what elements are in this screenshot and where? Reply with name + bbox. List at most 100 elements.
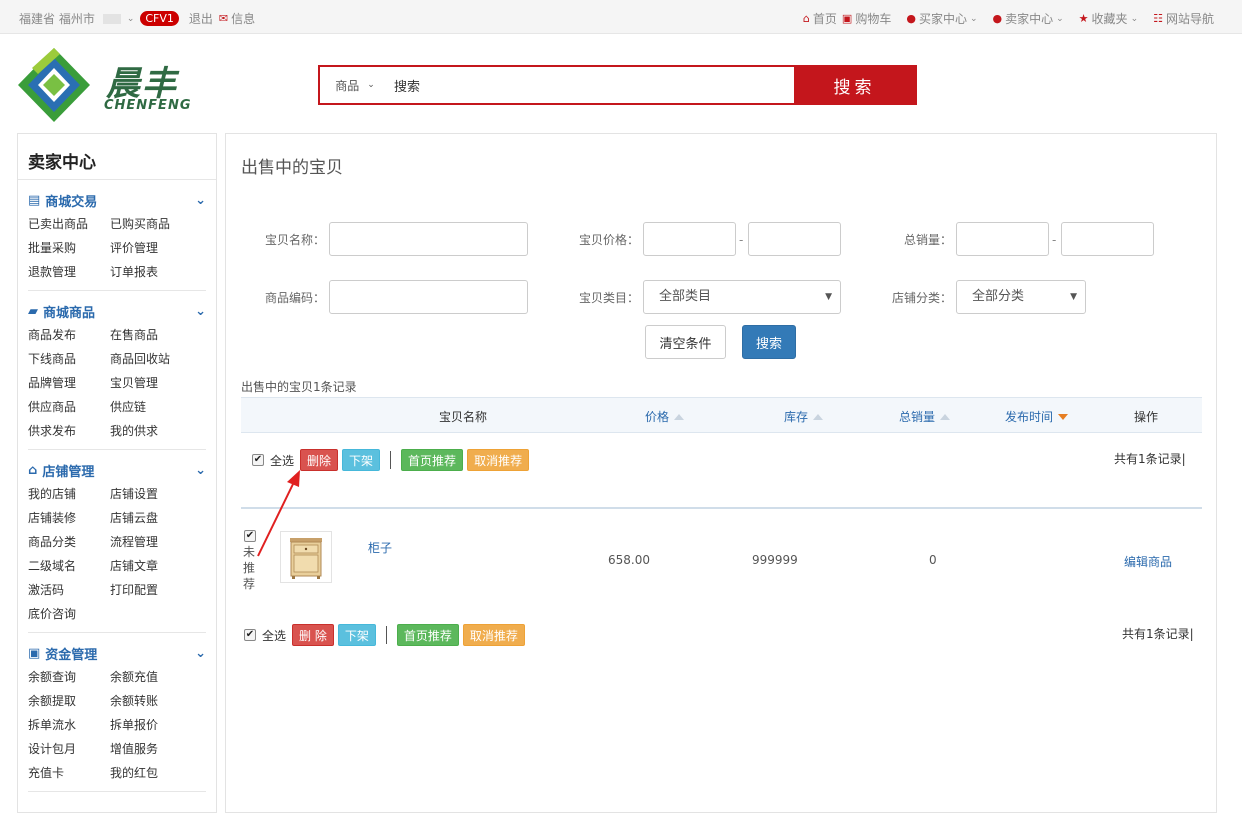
messages-label: 信息 <box>231 12 256 26</box>
section-title: 商城商品 <box>43 305 96 321</box>
nav-home[interactable]: ⌂ 首页 <box>803 10 837 27</box>
sidebar-item[interactable]: 订单报表 <box>110 260 192 284</box>
category-select[interactable]: 全部类目 ▼ <box>643 280 841 314</box>
messages-link[interactable]: ✉ 信息 <box>219 10 255 27</box>
product-price: 658.00 <box>608 553 650 567</box>
col-price-sort[interactable]: 价格 <box>645 408 685 425</box>
sidebar-section-finance: ▣ 资金管理 ⌄ 余额查询 余额充值 余额提取 余额转账 拆单流水 拆单报价 设计… <box>18 643 216 792</box>
logout-link[interactable]: 退出 <box>189 10 213 27</box>
col-time-sort[interactable]: 发布时间 <box>1005 408 1069 425</box>
home-recommend-button[interactable]: 首页推荐 <box>396 624 459 646</box>
sidebar-item[interactable]: 已卖出商品 <box>28 212 110 236</box>
sidebar-item[interactable]: 商品发布 <box>28 323 110 347</box>
sidebar-item[interactable]: 余额充值 <box>110 665 192 689</box>
sidebar-item[interactable]: 余额提取 <box>28 689 110 713</box>
sales-min-input[interactable] <box>956 222 1049 256</box>
sidebar-section-header[interactable]: ▤ 商城交易 ⌄ <box>28 190 206 210</box>
offline-button[interactable]: 下架 <box>337 624 376 646</box>
sidebar-item[interactable]: 设计包月 <box>28 737 110 761</box>
nav-buyer-label: 买家中心 <box>918 12 967 26</box>
row-checkbox[interactable]: ✔ <box>244 530 256 542</box>
table-header: 宝贝名称 价格 库存 总销量 发布时间 操作 <box>241 397 1202 433</box>
sidebar-section-header[interactable]: ⌂ 店铺管理 ⌄ <box>28 460 206 480</box>
bulk-actions-top: ✔ 全选 删除 下架 首页推荐 取消推荐 <box>252 449 530 471</box>
sidebar-item[interactable]: 增值服务 <box>110 737 192 761</box>
search-button[interactable]: 搜索 <box>794 67 915 103</box>
sidebar-item[interactable]: 拆单报价 <box>110 713 192 737</box>
sidebar-item[interactable]: 余额转账 <box>110 689 192 713</box>
sidebar-item[interactable]: 打印配置 <box>110 578 192 602</box>
username-placeholder <box>102 13 121 24</box>
nav-favorites[interactable]: ★ 收藏夹 ⌄ <box>1079 10 1138 27</box>
sidebar-item[interactable]: 供应链 <box>110 395 192 419</box>
sidebar-item[interactable]: 二级域名 <box>28 554 110 578</box>
chevron-down-icon[interactable]: ⌄ <box>127 14 135 24</box>
cancel-recommend-button[interactable]: 取消推荐 <box>467 449 530 471</box>
col-stock-sort[interactable]: 库存 <box>784 408 824 425</box>
price-max-input[interactable] <box>748 222 841 256</box>
sidebar-item[interactable]: 店铺设置 <box>110 482 192 506</box>
sidebar-section-header[interactable]: ▰ 商城商品 ⌄ <box>28 301 206 321</box>
home-icon: ⌂ <box>28 462 38 478</box>
product-name-link[interactable]: 柜子 <box>368 539 392 556</box>
sidebar-item[interactable]: 底价咨询 <box>28 602 110 626</box>
sidebar-item[interactable]: 品牌管理 <box>28 371 110 395</box>
search-input[interactable] <box>390 67 794 103</box>
sidebar-item[interactable]: 在售商品 <box>110 323 192 347</box>
shop-category-select[interactable]: 全部分类 ▼ <box>956 280 1086 314</box>
cart-icon: ▣ <box>841 12 853 25</box>
sidebar-item[interactable]: 退款管理 <box>28 260 110 284</box>
name-filter-input[interactable] <box>329 222 528 256</box>
seller-sidebar: 卖家中心 ▤ 商城交易 ⌄ 已卖出商品 已购买商品 批量采购 评价管理 退款管理 … <box>17 133 217 813</box>
nav-home-label: 首页 <box>812 12 837 26</box>
delete-button[interactable]: 删除 <box>300 449 339 471</box>
sidebar-item[interactable]: 商品回收站 <box>110 347 192 371</box>
sales-max-input[interactable] <box>1061 222 1154 256</box>
home-recommend-button[interactable]: 首页推荐 <box>401 449 464 471</box>
sidebar-item[interactable]: 供求发布 <box>28 419 110 443</box>
code-filter-input[interactable] <box>329 280 528 314</box>
edit-product-link[interactable]: 编辑商品 <box>1124 553 1172 570</box>
sort-asc-icon <box>674 413 685 420</box>
chevron-down-icon: ⌄ <box>195 192 206 208</box>
nav-sitemap[interactable]: ☷ 网站导航 <box>1153 10 1214 27</box>
sidebar-item[interactable]: 店铺装修 <box>28 506 110 530</box>
top-bar: 福建省 福州市 ⌄ CFV1 退出 ✉ 信息 ⌂ 首页 ▣ 购物车 ● 买家中心 ⌄ ●… <box>0 0 1242 34</box>
product-thumbnail[interactable] <box>280 531 332 583</box>
col-sales-sort[interactable]: 总销量 <box>899 408 951 425</box>
sidebar-item[interactable]: 我的店铺 <box>28 482 110 506</box>
sidebar-item[interactable]: 我的供求 <box>110 419 192 443</box>
filter-search-button[interactable]: 搜索 <box>742 325 796 359</box>
sidebar-item[interactable]: 店铺云盘 <box>110 506 192 530</box>
cancel-recommend-button[interactable]: 取消推荐 <box>462 624 525 646</box>
category-filter-label: 宝贝类目： <box>579 291 640 305</box>
nav-seller-center[interactable]: ● 卖家中心 ⌄ <box>993 10 1064 27</box>
sidebar-item[interactable]: 宝贝管理 <box>110 371 192 395</box>
delete-button[interactable]: 删 除 <box>292 624 334 646</box>
sidebar-item[interactable]: 余额查询 <box>28 665 110 689</box>
sidebar-item[interactable]: 已购买商品 <box>110 212 192 236</box>
divider <box>28 449 206 450</box>
sidebar-item[interactable]: 店铺文章 <box>110 554 192 578</box>
sidebar-item[interactable]: 下线商品 <box>28 347 110 371</box>
site-logo[interactable]: 晨丰 CHENFENG <box>18 48 218 122</box>
price-min-input[interactable] <box>643 222 736 256</box>
sidebar-item[interactable]: 我的红包 <box>110 761 192 785</box>
shop-category-select-value: 全部分类 <box>972 289 1025 304</box>
sidebar-item[interactable]: 流程管理 <box>110 530 192 554</box>
nav-cart[interactable]: ▣ 购物车 <box>842 10 891 27</box>
sidebar-item[interactable]: 激活码 <box>28 578 110 602</box>
sidebar-item[interactable]: 充值卡 <box>28 761 110 785</box>
select-all-checkbox[interactable]: ✔ <box>244 629 256 641</box>
sidebar-item[interactable]: 商品分类 <box>28 530 110 554</box>
clear-filters-button[interactable]: 清空条件 <box>645 325 726 359</box>
sidebar-item[interactable]: 供应商品 <box>28 395 110 419</box>
search-category-select[interactable]: 商品 ⌄ <box>320 67 390 103</box>
nav-buyer-center[interactable]: ● 买家中心 ⌄ <box>906 10 977 27</box>
offline-button[interactable]: 下架 <box>342 449 381 471</box>
sidebar-item[interactable]: 拆单流水 <box>28 713 110 737</box>
sidebar-item[interactable]: 评价管理 <box>110 236 192 260</box>
select-all-checkbox[interactable]: ✔ <box>252 454 264 466</box>
sidebar-item[interactable]: 批量采购 <box>28 236 110 260</box>
sidebar-section-header[interactable]: ▣ 资金管理 ⌄ <box>28 643 206 663</box>
